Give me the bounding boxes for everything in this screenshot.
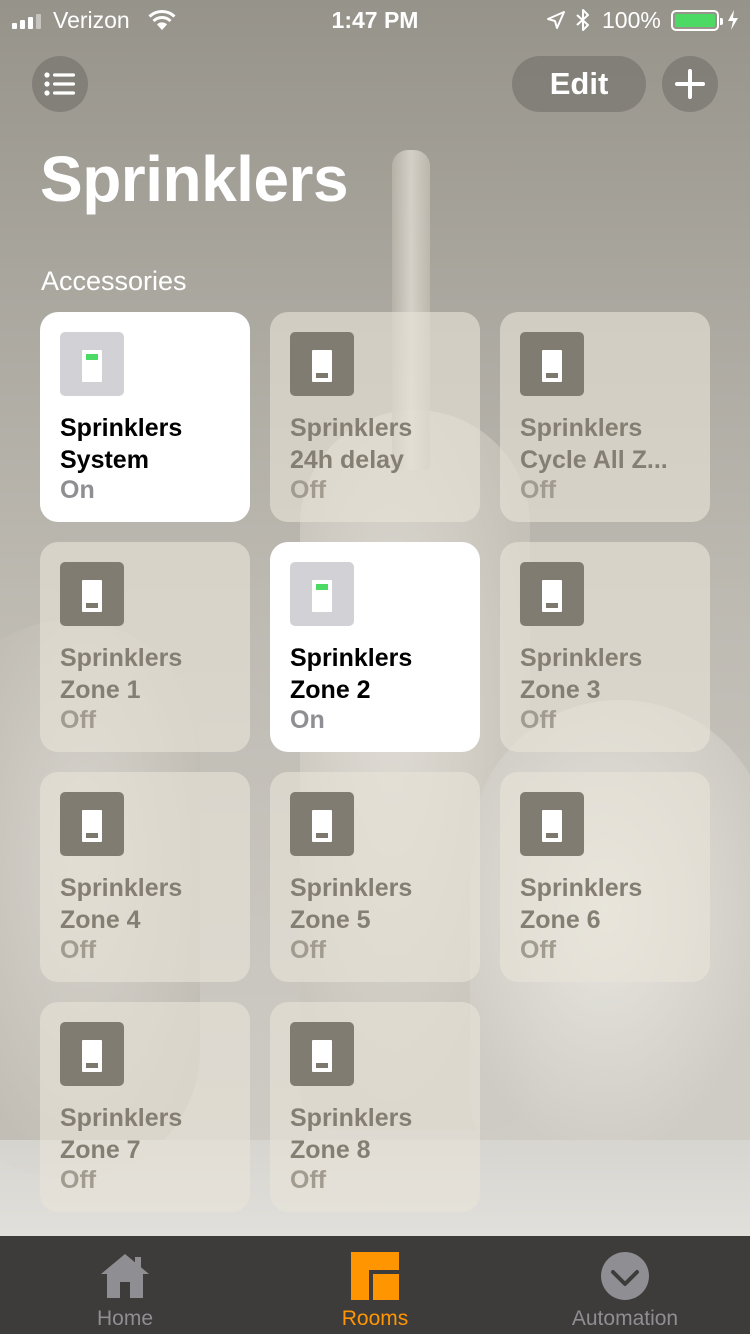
accessory-tile[interactable]: Sprinklers Zone 8 Off	[270, 1002, 480, 1212]
tab-bar: Home Rooms Automation	[0, 1236, 750, 1334]
accessory-tile[interactable]: Sprinklers Zone 3 Off	[500, 542, 710, 752]
switch-icon	[520, 792, 584, 856]
accessory-tile[interactable]: Sprinklers Zone 6 Off	[500, 772, 710, 982]
tab-rooms[interactable]: Rooms	[250, 1236, 500, 1334]
home-icon	[101, 1254, 149, 1298]
accessory-tile[interactable]: Sprinklers Zone 1 Off	[40, 542, 250, 752]
battery-percentage: 100%	[602, 7, 661, 33]
accessory-state: Off	[520, 476, 557, 504]
battery-icon	[671, 10, 723, 31]
switch-icon	[60, 332, 124, 396]
accessory-state: Off	[60, 1166, 97, 1194]
automation-icon	[601, 1252, 649, 1300]
switch-icon	[60, 1022, 124, 1086]
accessory-state: Off	[520, 936, 557, 964]
accessory-name: Sprinklers Zone 1	[60, 644, 183, 704]
add-button[interactable]	[662, 56, 718, 112]
edit-button[interactable]: Edit	[512, 56, 646, 112]
home-rooms-screen: Verizon 1:47 PM 100% Edit Sprinklers Acc…	[0, 0, 750, 1334]
tab-label: Rooms	[341, 1307, 409, 1330]
accessory-state: Off	[60, 706, 97, 734]
accessory-name: Sprinklers Zone 6	[520, 874, 643, 934]
switch-icon	[60, 562, 124, 626]
location-icon	[547, 11, 565, 29]
accessory-state: Off	[290, 1166, 327, 1194]
accessory-tile[interactable]: Sprinklers 24h delay Off	[270, 312, 480, 522]
accessory-tile[interactable]: Sprinklers Cycle All Z... Off	[500, 312, 710, 522]
switch-icon	[520, 332, 584, 396]
switch-icon	[520, 562, 584, 626]
switch-icon	[60, 792, 124, 856]
section-title: Accessories	[41, 266, 187, 296]
accessory-name: Sprinklers Zone 8	[290, 1104, 413, 1164]
plus-icon	[675, 69, 705, 99]
accessory-name: Sprinklers Zone 5	[290, 874, 413, 934]
switch-icon	[290, 332, 354, 396]
switch-icon	[290, 1022, 354, 1086]
tab-automation[interactable]: Automation	[500, 1236, 750, 1334]
tab-label: Home	[96, 1307, 154, 1330]
accessory-state: Off	[290, 476, 327, 504]
accessory-name: Sprinklers Zone 2	[290, 644, 413, 704]
accessory-name: Sprinklers Cycle All Z...	[520, 414, 668, 474]
charging-icon	[728, 10, 738, 30]
bluetooth-icon	[576, 9, 589, 31]
accessory-state: On	[290, 706, 325, 734]
accessory-tile[interactable]: Sprinklers Zone 7 Off	[40, 1002, 250, 1212]
accessory-name: Sprinklers Zone 3	[520, 644, 643, 704]
tab-label: Automation	[571, 1307, 679, 1330]
accessory-name: Sprinklers System	[60, 414, 183, 474]
page-title: Sprinklers	[40, 143, 349, 215]
accessory-name: Sprinklers 24h delay	[290, 414, 413, 474]
switch-icon	[290, 562, 354, 626]
switch-icon	[290, 792, 354, 856]
list-icon	[44, 72, 75, 96]
accessory-name: Sprinklers Zone 4	[60, 874, 183, 934]
rooms-icon	[351, 1252, 399, 1300]
list-button[interactable]	[32, 56, 88, 112]
status-bar: Verizon 1:47 PM 100%	[0, 0, 750, 40]
accessory-state: Off	[290, 936, 327, 964]
accessory-state: On	[60, 476, 95, 504]
tab-home[interactable]: Home	[0, 1236, 250, 1334]
accessory-tile[interactable]: Sprinklers Zone 2 On	[270, 542, 480, 752]
accessory-tile[interactable]: Sprinklers System On	[40, 312, 250, 522]
accessory-tile[interactable]: Sprinklers Zone 4 Off	[40, 772, 250, 982]
accessory-tile[interactable]: Sprinklers Zone 5 Off	[270, 772, 480, 982]
accessory-state: Off	[60, 936, 97, 964]
accessory-state: Off	[520, 706, 557, 734]
accessory-name: Sprinklers Zone 7	[60, 1104, 183, 1164]
